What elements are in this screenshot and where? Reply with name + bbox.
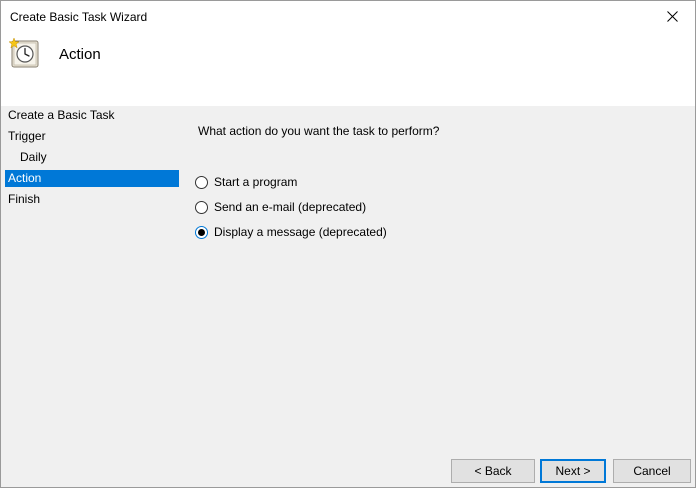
- action-question: What action do you want the task to perf…: [198, 124, 440, 138]
- option-start-program[interactable]: Start a program: [195, 174, 297, 190]
- wizard-window: Create Basic Task Wizard Action Create a…: [0, 0, 696, 488]
- step-finish[interactable]: Finish: [5, 191, 179, 208]
- back-button[interactable]: < Back: [451, 459, 535, 483]
- option-display-message[interactable]: Display a message (deprecated): [195, 224, 387, 240]
- option-send-email[interactable]: Send an e-mail (deprecated): [195, 199, 366, 215]
- display-message-radio[interactable]: [195, 225, 208, 239]
- cancel-button[interactable]: Cancel: [613, 459, 691, 483]
- start-program-label: Start a program: [214, 175, 298, 189]
- start-program-radio[interactable]: [195, 175, 208, 189]
- wizard-step-list: Create a Basic Task Trigger Daily Action…: [1, 106, 181, 487]
- close-button[interactable]: [649, 1, 695, 32]
- action-panel: What action do you want the task to perf…: [181, 106, 695, 487]
- next-button[interactable]: Next >: [540, 459, 606, 483]
- title-bar: Create Basic Task Wizard: [1, 1, 695, 32]
- wizard-header: Action: [1, 32, 695, 106]
- page-title: Action: [59, 46, 101, 63]
- step-daily[interactable]: Daily: [5, 149, 179, 166]
- step-action[interactable]: Action: [5, 170, 179, 187]
- close-icon: [666, 11, 678, 22]
- send-email-radio[interactable]: [195, 200, 208, 214]
- window-title: Create Basic Task Wizard: [10, 10, 148, 24]
- step-create-basic-task[interactable]: Create a Basic Task: [5, 107, 179, 124]
- display-message-label: Display a message (deprecated): [214, 225, 387, 239]
- task-scheduler-clock-icon: [8, 37, 39, 68]
- step-trigger[interactable]: Trigger: [5, 128, 179, 145]
- send-email-label: Send an e-mail (deprecated): [214, 200, 367, 214]
